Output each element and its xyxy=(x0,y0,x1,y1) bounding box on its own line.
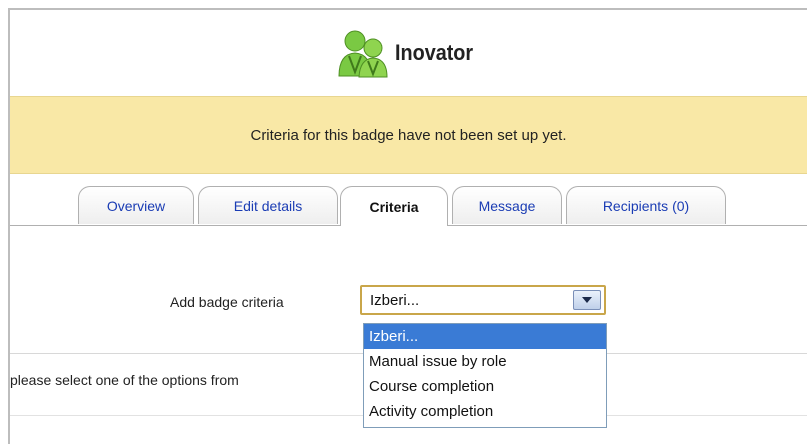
tab-bar: Overview Edit details Criteria Message R… xyxy=(10,173,807,226)
badge-header: Inovator xyxy=(10,10,807,97)
tab-message-label: Message xyxy=(478,197,536,214)
tab-recipients[interactable]: Recipients (0) xyxy=(566,186,726,224)
helper-text: please select one of the options from xyxy=(10,372,239,388)
option-izberi[interactable]: Izberi... xyxy=(364,324,606,349)
badge-title: Inovator xyxy=(395,40,474,65)
criteria-select[interactable]: Izberi... xyxy=(360,285,606,315)
tab-overview[interactable]: Overview xyxy=(78,186,194,224)
tab-edit-details-label: Edit details xyxy=(233,197,303,214)
tab-overview-label: Overview xyxy=(106,197,166,214)
tab-message[interactable]: Message xyxy=(452,186,562,224)
chevron-down-icon[interactable] xyxy=(573,290,601,310)
add-criteria-label: Add badge criteria xyxy=(170,294,284,310)
tab-edit-details[interactable]: Edit details xyxy=(198,186,338,224)
notice-banner: Criteria for this badge have not been se… xyxy=(10,96,807,174)
tab-criteria[interactable]: Criteria xyxy=(340,186,448,226)
tab-recipients-label: Recipients (0) xyxy=(602,197,690,214)
option-manual-issue[interactable]: Manual issue by role xyxy=(364,349,606,374)
tab-criteria-label: Criteria xyxy=(369,198,419,215)
criteria-dropdown-list: Izberi... Manual issue by role Course co… xyxy=(363,323,607,428)
notice-text: Criteria for this badge have not been se… xyxy=(250,126,567,144)
users-badge-icon xyxy=(338,30,388,78)
option-course-completion[interactable]: Course completion xyxy=(364,374,606,399)
option-activity-completion[interactable]: Activity completion xyxy=(364,399,606,424)
criteria-select-value: Izberi... xyxy=(370,292,420,309)
